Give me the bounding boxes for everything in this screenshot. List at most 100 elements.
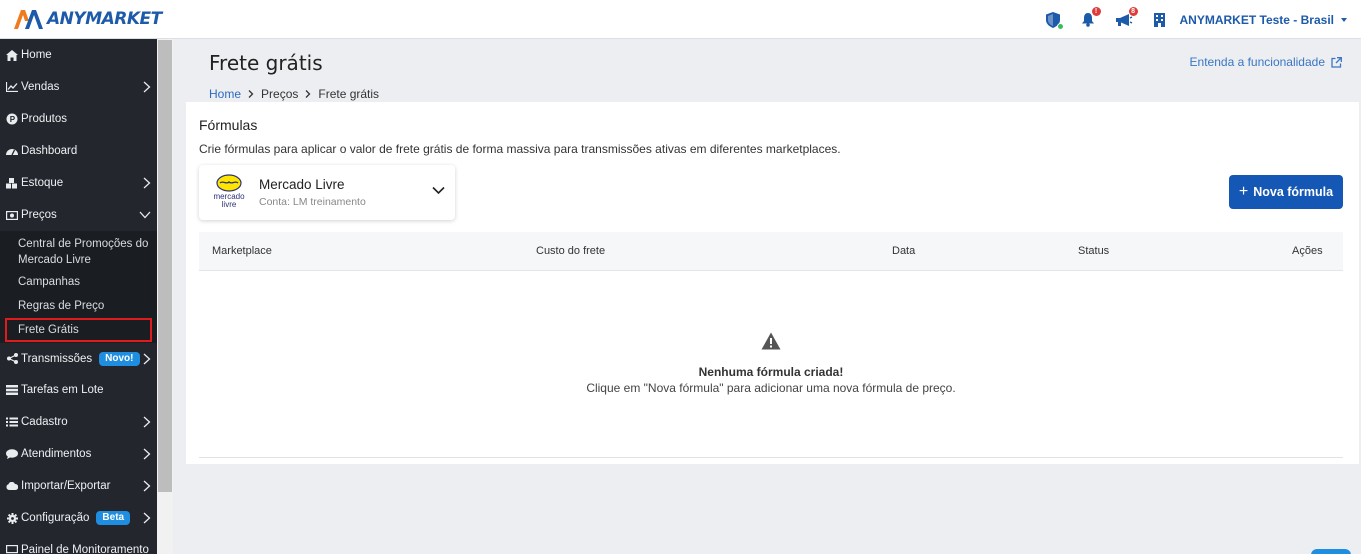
- chevron-right-icon: [143, 416, 151, 428]
- sidebar-item-transmissoes[interactable]: Transmissões Novo!: [0, 343, 157, 374]
- sidebar-subitem-campanhas[interactable]: Campanhas: [0, 270, 157, 294]
- sidebar-item-label: Importar/Exportar: [21, 480, 111, 492]
- marketplace-selector[interactable]: mercado livre Mercado Livre Conta: LM tr…: [199, 165, 455, 220]
- megaphone-icon[interactable]: 8: [1114, 6, 1138, 29]
- sidebar-item-produtos[interactable]: P Produtos: [0, 103, 157, 135]
- cloud-icon: [6, 480, 18, 492]
- table-bottom-divider: [199, 457, 1343, 458]
- gear-icon: [6, 512, 18, 524]
- sidebar-item-configuracao[interactable]: Configuração Beta: [0, 502, 157, 534]
- column-marketplace: Marketplace: [212, 245, 272, 257]
- money-icon: [6, 209, 18, 221]
- sidebar-item-label: Estoque: [21, 177, 64, 189]
- chevron-right-icon: [248, 90, 254, 98]
- svg-text:P: P: [10, 115, 16, 124]
- share-icon: [6, 353, 18, 365]
- breadcrumb-current: Frete grátis: [318, 87, 380, 101]
- new-formula-label: Nova fórmula: [1253, 185, 1334, 199]
- mp-logo-text-2: livre: [222, 200, 237, 209]
- marketplace-name: Mercado Livre: [259, 177, 345, 192]
- chevron-down-icon: [139, 211, 151, 219]
- caret-down-icon: [1341, 17, 1347, 22]
- product-icon: P: [6, 113, 18, 125]
- breadcrumb-precos[interactable]: Preços: [261, 87, 298, 101]
- scrollbar-thumb[interactable]: [158, 40, 172, 492]
- empty-state-title: Nenhuma fórmula criada!: [698, 365, 844, 379]
- list-icon: [6, 384, 18, 396]
- sidebar-item-estoque[interactable]: Estoque: [0, 167, 157, 199]
- sidebar: Home Vendas P Produtos Dashboard Estoque…: [0, 39, 157, 554]
- warning-icon: [761, 332, 781, 350]
- account-menu[interactable]: ANYMARKET Teste - Brasil: [1180, 13, 1347, 27]
- formulas-table-header: Marketplace Custo do frete Data Status A…: [199, 232, 1343, 271]
- notifications-badge: !: [1091, 6, 1101, 16]
- breadcrumb: Home Preços Frete grátis: [209, 87, 379, 101]
- building-icon[interactable]: [1151, 11, 1169, 29]
- column-acoes: Ações: [1292, 245, 1323, 257]
- formulas-card: Fórmulas Crie fórmulas para aplicar o va…: [186, 102, 1359, 464]
- account-name: ANYMARKET Teste - Brasil: [1179, 12, 1334, 27]
- chat-icon: [6, 448, 18, 460]
- announcements-badge: 8: [1128, 6, 1138, 16]
- cubes-icon: [6, 177, 18, 189]
- chevron-right-icon: [143, 512, 151, 524]
- sidebar-item-label: Painel de Monitoramento: [21, 544, 149, 554]
- sidebar-item-label: Vendas: [21, 81, 60, 93]
- logo-text: ANYMARKET: [47, 9, 162, 29]
- sidebar-item-tarefas-lote[interactable]: Tarefas em Lote: [0, 374, 157, 406]
- sidebar-item-label: Transmissões: [21, 352, 93, 365]
- chevron-right-icon: [143, 177, 151, 189]
- list-ul-icon: [6, 416, 18, 428]
- sidebar-item-label: Atendimentos: [21, 448, 92, 460]
- chevron-right-icon: [143, 448, 151, 460]
- empty-state-text: Clique em "Nova fórmula" para adicionar …: [586, 381, 956, 395]
- formulas-description: Crie fórmulas para aplicar o valor de fr…: [199, 142, 841, 156]
- column-status: Status: [1078, 245, 1110, 257]
- sidebar-subitem-frete-gratis[interactable]: Frete Grátis: [5, 318, 152, 342]
- precos-submenu: Central de Promoções do Mercado Livre Ca…: [0, 231, 157, 343]
- chevron-right-icon: [305, 90, 311, 98]
- sidebar-item-cadastro[interactable]: Cadastro: [0, 406, 157, 438]
- sidebar-item-atendimentos[interactable]: Atendimentos: [0, 438, 157, 470]
- sidebar-item-label: Dashboard: [21, 145, 78, 157]
- sidebar-scrollbar[interactable]: [157, 39, 173, 554]
- sidebar-item-importar-exportar[interactable]: Importar/Exportar: [0, 470, 157, 502]
- chevron-right-icon: [143, 353, 151, 365]
- sidebar-item-label: Preços: [21, 209, 57, 221]
- sidebar-item-dashboard[interactable]: Dashboard: [0, 135, 157, 167]
- marketplace-account: Conta: LM treinamento: [259, 196, 366, 208]
- learn-feature-label: Entenda a funcionalidade: [1189, 55, 1325, 69]
- chevron-right-icon: [143, 81, 151, 93]
- chevron-down-icon: [432, 186, 445, 195]
- external-link-icon: [1331, 56, 1342, 68]
- top-bar: ANYMARKET ! 8 ANYMARKET Teste - Brasil: [0, 0, 1361, 39]
- column-data: Data: [892, 245, 916, 257]
- sidebar-item-vendas[interactable]: Vendas: [0, 71, 157, 103]
- column-custo-frete: Custo do frete: [536, 245, 606, 257]
- sidebar-item-label: Home: [21, 49, 52, 61]
- formulas-title: Fórmulas: [199, 117, 258, 133]
- sidebar-subitem-central-promocoes[interactable]: Central de Promoções do Mercado Livre: [0, 234, 157, 270]
- shield-check-icon[interactable]: [1044, 11, 1064, 30]
- sidebar-item-painel-monitoramento[interactable]: Painel de Monitoramento: [0, 534, 157, 554]
- sidebar-item-precos[interactable]: Preços: [0, 199, 157, 231]
- sidebar-item-label: Cadastro: [21, 416, 68, 428]
- learn-feature-link[interactable]: Entenda a funcionalidade: [1190, 55, 1342, 69]
- breadcrumb-home[interactable]: Home: [209, 87, 241, 101]
- mercado-livre-logo-icon: mercado livre: [213, 174, 245, 209]
- page-title: Frete grátis: [209, 51, 323, 75]
- sidebar-item-label: Configuração: [21, 512, 90, 524]
- sidebar-item-label: Produtos: [21, 113, 68, 125]
- beta-badge: Beta: [96, 511, 131, 525]
- empty-state: Nenhuma fórmula criada! Clique em "Nova …: [199, 332, 1343, 395]
- anymarket-logo[interactable]: ANYMARKET: [12, 7, 162, 31]
- sidebar-item-home[interactable]: Home: [0, 39, 157, 71]
- new-formula-button[interactable]: + Nova fórmula: [1229, 175, 1343, 209]
- new-badge: Novo!: [99, 351, 140, 366]
- sidebar-item-label: Tarefas em Lote: [21, 384, 104, 396]
- bell-icon[interactable]: !: [1079, 6, 1101, 29]
- help-chat-button[interactable]: [1311, 549, 1351, 554]
- dashboard-icon: [6, 145, 18, 157]
- home-icon: [6, 49, 18, 61]
- sidebar-subitem-regras-preco[interactable]: Regras de Preço: [0, 294, 157, 318]
